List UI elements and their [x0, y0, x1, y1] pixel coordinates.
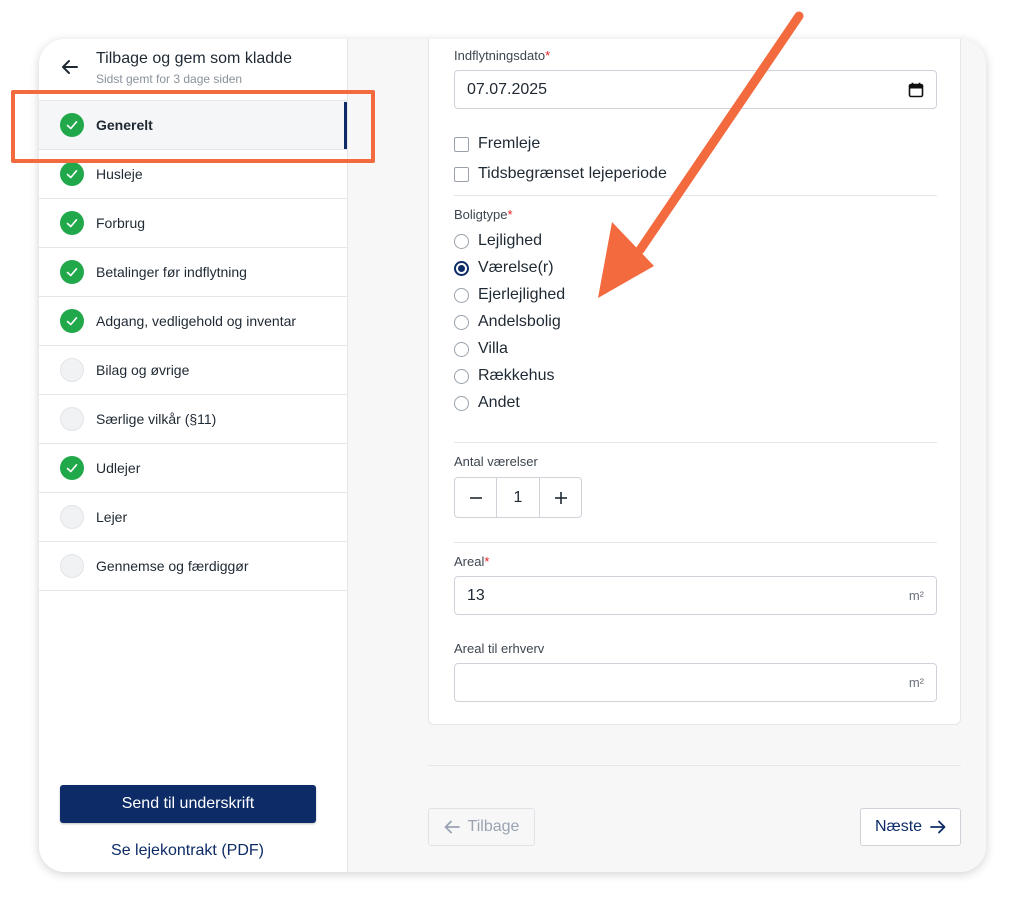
divider — [454, 195, 937, 196]
housing-type-option-label: Andelsbolig — [478, 313, 561, 330]
move-in-date-input[interactable]: 07.07.2025 — [454, 70, 937, 109]
step-item[interactable]: Betalinger før indflytning — [39, 248, 347, 297]
sublet-checkbox-row[interactable]: Fremleje — [454, 135, 540, 153]
main-content: Indflytningsdato* 07.07.2025 Fremleje Ti… — [348, 39, 986, 872]
move-in-date-value: 07.07.2025 — [467, 80, 548, 98]
step-item[interactable]: Lejer — [39, 493, 347, 542]
housing-type-option-label: Andet — [478, 394, 520, 411]
form-card: Indflytningsdato* 07.07.2025 Fremleje Ti… — [428, 39, 961, 725]
empty-circle-icon — [60, 554, 84, 578]
step-label: Husleje — [96, 166, 143, 182]
housing-type-option-label: Ejerlejlighed — [478, 286, 566, 303]
required-mark: * — [545, 48, 551, 63]
divider — [454, 442, 937, 443]
step-item[interactable]: Forbrug — [39, 199, 347, 248]
check-circle-icon — [60, 456, 84, 480]
area-value: 13 — [467, 586, 485, 604]
step-item[interactable]: Udlejer — [39, 444, 347, 493]
radio-button[interactable] — [454, 233, 469, 249]
housing-type-label: Boligtype* — [454, 207, 513, 222]
limited-period-checkbox-row[interactable]: Tidsbegrænset lejeperiode — [454, 165, 667, 183]
radio-button[interactable] — [454, 395, 469, 411]
housing-type-option[interactable]: Værelse(r) — [454, 259, 554, 277]
area-unit: m² — [908, 588, 924, 603]
empty-circle-icon — [60, 505, 84, 529]
divider — [454, 542, 937, 543]
calendar-icon[interactable] — [908, 82, 924, 98]
housing-type-option[interactable]: Villa — [454, 340, 508, 358]
last-saved-text: Sidst gemt for 3 dage siden — [96, 72, 243, 86]
step-label: Forbrug — [96, 215, 146, 231]
business-area-input[interactable]: m² — [454, 663, 937, 702]
next-button-label: Næste — [874, 818, 923, 835]
housing-type-option[interactable]: Rækkehus — [454, 367, 554, 385]
housing-type-option[interactable]: Andelsbolig — [454, 313, 561, 331]
radio-button[interactable] — [454, 341, 469, 357]
arrow-right-icon — [930, 820, 946, 834]
housing-type-option[interactable]: Lejlighed — [454, 232, 542, 250]
empty-circle-icon — [60, 407, 84, 431]
step-item[interactable]: Særlige vilkår (§11) — [39, 395, 347, 444]
check-circle-icon — [60, 260, 84, 284]
radio-button[interactable] — [454, 287, 469, 303]
highlight-box — [11, 90, 375, 163]
next-button[interactable]: Næste — [860, 808, 961, 846]
housing-type-option-label: Værelse(r) — [478, 259, 554, 276]
housing-type-option[interactable]: Ejerlejlighed — [454, 286, 565, 304]
step-item[interactable]: Bilag og øvrige — [39, 346, 347, 395]
plus-icon — [554, 491, 567, 504]
business-area-label: Areal til erhverv — [454, 641, 545, 656]
decrement-button[interactable] — [455, 478, 496, 517]
required-mark: * — [484, 554, 490, 569]
limited-period-checkbox[interactable] — [454, 166, 469, 182]
empty-circle-icon — [60, 358, 84, 382]
back-arrow-icon[interactable] — [60, 57, 80, 77]
limited-period-label: Tidsbegrænset lejeperiode — [478, 165, 667, 182]
increment-button[interactable] — [540, 478, 581, 517]
check-circle-icon — [60, 162, 84, 186]
step-label: Lejer — [96, 509, 128, 525]
step-item[interactable]: Adgang, vedligehold og inventar — [39, 297, 347, 346]
required-mark: * — [507, 207, 513, 222]
back-button[interactable]: Tilbage — [428, 808, 535, 846]
app-card: Tilbage og gem som kladde Sidst gemt for… — [39, 39, 986, 872]
view-contract-pdf-link[interactable]: Se lejekontrakt (PDF) — [39, 842, 336, 860]
radio-button[interactable] — [454, 368, 469, 384]
area-label: Areal* — [454, 554, 490, 569]
rooms-stepper[interactable]: 1 — [454, 477, 582, 518]
housing-type-option[interactable]: Andet — [454, 394, 520, 412]
sublet-checkbox[interactable] — [454, 136, 469, 152]
rooms-value[interactable]: 1 — [496, 478, 540, 517]
step-list: Generelt Husleje Forbrug Betalinger før ind… — [39, 100, 347, 591]
step-label: Bilag og øvrige — [96, 362, 190, 378]
sidebar: Tilbage og gem som kladde Sidst gemt for… — [39, 39, 348, 872]
footer-divider — [428, 765, 961, 766]
check-circle-icon — [60, 211, 84, 235]
step-label: Særlige vilkår (§11) — [96, 411, 217, 427]
step-item[interactable]: Gennemse og færdiggør — [39, 542, 347, 591]
housing-type-option-label: Lejlighed — [478, 232, 543, 249]
step-label: Gennemse og færdiggør — [96, 558, 249, 574]
back-button-label: Tilbage — [467, 818, 520, 835]
housing-type-option-label: Villa — [478, 340, 508, 357]
check-circle-icon — [60, 309, 84, 333]
step-label: Betalinger før indflytning — [96, 264, 247, 280]
housing-type-option-label: Rækkehus — [478, 367, 555, 384]
step-label: Udlejer — [96, 460, 141, 476]
move-in-date-label: Indflytningsdato* — [454, 48, 551, 63]
arrow-left-icon — [444, 820, 460, 834]
sublet-label: Fremleje — [478, 135, 541, 152]
send-for-signature-button[interactable]: Send til underskrift — [60, 785, 316, 823]
sidebar-title[interactable]: Tilbage og gem som kladde — [96, 50, 292, 68]
rooms-label: Antal værelser — [454, 454, 538, 469]
area-input[interactable]: 13 m² — [454, 576, 937, 615]
radio-button[interactable] — [454, 260, 469, 276]
business-area-unit: m² — [908, 675, 924, 690]
radio-button[interactable] — [454, 314, 469, 330]
step-label: Adgang, vedligehold og inventar — [96, 313, 297, 329]
minus-icon — [469, 496, 482, 499]
